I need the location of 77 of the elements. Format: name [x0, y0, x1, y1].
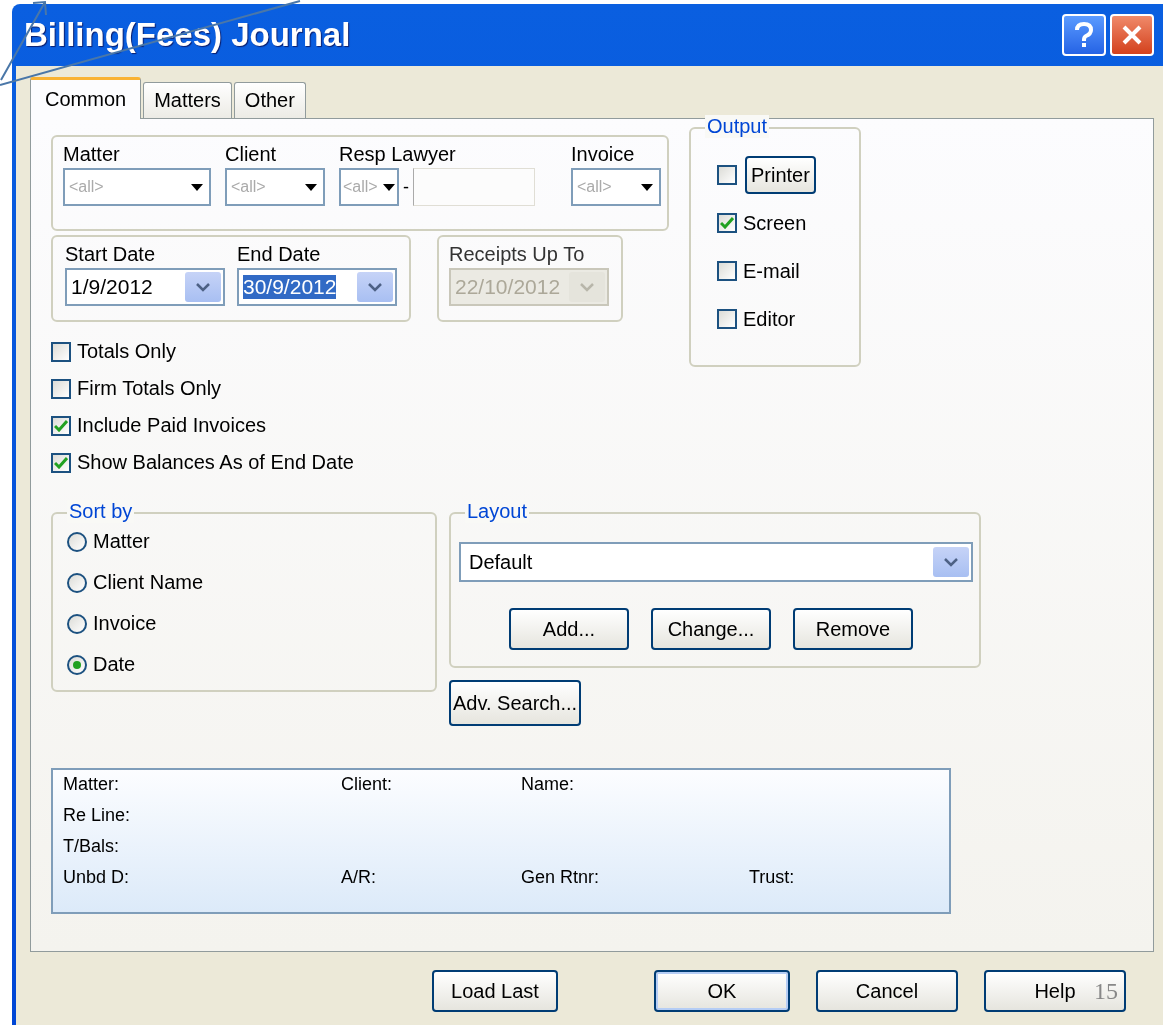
checkbox-label: Screen — [743, 211, 807, 235]
check-icon — [54, 456, 68, 469]
help-button[interactable] — [1062, 14, 1106, 56]
checkbox-label: Totals Only — [77, 340, 176, 363]
chevron-down-icon — [580, 282, 594, 292]
radio-button[interactable] — [67, 654, 87, 675]
chevron-down-icon — [368, 282, 382, 292]
dialog-button[interactable]: Load Last — [432, 970, 558, 1012]
check-icon — [54, 419, 68, 432]
checkbox[interactable] — [717, 309, 737, 329]
info-label: Unbd D: — [63, 867, 131, 888]
info-label: A/R: — [341, 867, 377, 888]
close-button[interactable] — [1110, 14, 1154, 56]
field-label: Receipts Up To — [449, 243, 586, 266]
group-title: Output — [705, 115, 770, 138]
radio-label: Invoice — [93, 612, 157, 635]
printer-button[interactable]: Printer — [745, 156, 816, 194]
separator-dash: - — [403, 176, 409, 198]
dropdown-button[interactable] — [357, 272, 393, 302]
checkbox-label: Editor — [743, 307, 796, 331]
checkbox[interactable] — [51, 341, 71, 362]
input-field[interactable] — [413, 168, 535, 206]
checkbox-label: Show Balances As of End Date — [77, 451, 354, 474]
group-title: Sort by — [67, 500, 135, 523]
slide-number: 15 — [1094, 978, 1118, 1005]
tab[interactable]: Common — [30, 77, 142, 119]
info-label: Gen Rtnr: — [521, 867, 601, 888]
close-icon — [1120, 23, 1144, 47]
advanced-search-button[interactable]: Adv. Search... — [449, 680, 582, 726]
field-label: Client — [225, 143, 278, 166]
chevron-down-icon — [196, 282, 210, 292]
field-label: Invoice — [571, 143, 636, 166]
field-label: Start Date — [65, 243, 157, 266]
dropdown-arrow-icon — [641, 183, 653, 191]
tab[interactable]: Other — [233, 82, 306, 118]
dropdown-button[interactable] — [933, 547, 969, 577]
question-mark-icon — [1072, 21, 1096, 49]
checkbox-label: Include Paid Invoices — [77, 414, 266, 437]
field-label: Matter — [63, 143, 121, 166]
dialog-button[interactable]: Cancel — [816, 970, 958, 1012]
dropdown-button[interactable] — [185, 272, 221, 302]
checkbox-label: E-mail — [743, 259, 800, 283]
info-label: Trust: — [749, 867, 796, 888]
field-label: End Date — [237, 243, 322, 266]
info-label: Matter: — [63, 774, 120, 795]
layout-dropdown[interactable]: Default — [459, 542, 973, 582]
check-icon — [720, 217, 734, 229]
checkbox[interactable] — [717, 165, 737, 185]
radio-label: Matter — [93, 530, 150, 553]
layout-button[interactable]: Add... — [509, 608, 629, 650]
info-label: Re Line: — [63, 805, 132, 826]
dialog-button[interactable]: OK — [654, 970, 790, 1012]
checkbox[interactable] — [51, 378, 71, 399]
info-label: Name: — [521, 774, 575, 795]
dropdown-arrow-icon — [383, 183, 395, 191]
dropdown-arrow-icon — [191, 183, 203, 191]
info-label: Client: — [341, 774, 394, 795]
checkbox[interactable] — [51, 452, 71, 473]
dropdown-arrow-icon — [305, 183, 317, 191]
date-picker[interactable]: 30/9/2012 — [237, 268, 397, 306]
field-label: Resp Lawyer — [339, 143, 457, 166]
radio-label: Date — [93, 653, 136, 676]
checkbox[interactable] — [717, 261, 737, 281]
radio-label: Client Name — [93, 571, 204, 594]
info-label: T/Bals: — [63, 836, 120, 857]
checkbox-label: Firm Totals Only — [77, 377, 222, 400]
radio-button[interactable] — [67, 572, 87, 593]
layout-button[interactable]: Remove — [793, 608, 913, 650]
window-title: Billing(Fees) Journal — [24, 16, 351, 54]
layout-button[interactable]: Change... — [651, 608, 771, 650]
checkbox[interactable] — [51, 415, 71, 436]
radio-button[interactable] — [67, 531, 87, 552]
tab[interactable]: Matters — [143, 82, 232, 118]
radio-button[interactable] — [67, 613, 87, 634]
checkbox[interactable] — [717, 213, 737, 233]
date-picker[interactable]: 1/9/2012 — [65, 268, 225, 306]
chevron-down-icon — [944, 557, 958, 567]
